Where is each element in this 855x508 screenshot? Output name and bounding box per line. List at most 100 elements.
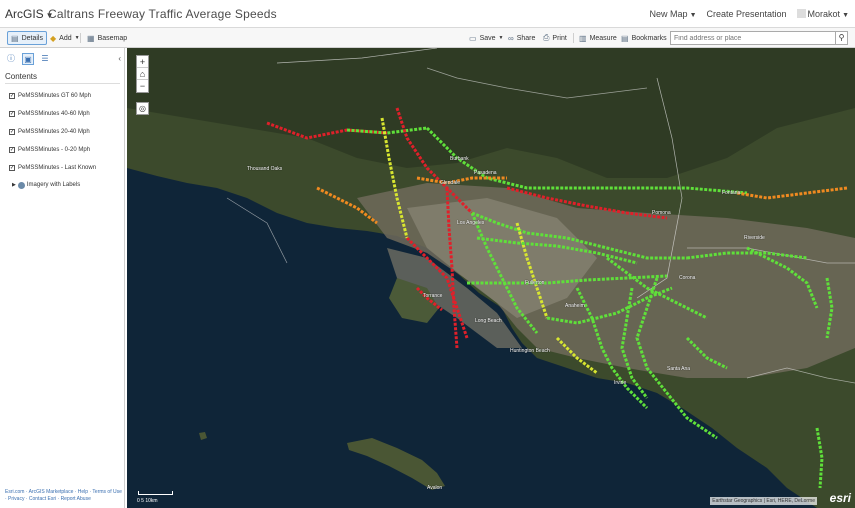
basemap-button[interactable]: ▦ Basemap xyxy=(84,31,130,45)
layer-item[interactable]: ✓ PeMSSMinutes 20-40 Mph xyxy=(9,123,96,141)
chevron-right-icon[interactable]: ▶ xyxy=(12,182,16,188)
avatar xyxy=(796,9,806,18)
place-label: Pasadena xyxy=(474,170,497,176)
new-map-label: New Map xyxy=(649,9,688,19)
layer-item[interactable]: ✓ PeMSSMinutes - Last Known xyxy=(9,159,96,177)
place-label: Avalon xyxy=(427,485,443,491)
layer-item[interactable]: ✓ PeMSSMinutes GT 60 Mph xyxy=(9,87,96,105)
print-button[interactable]: ⎙ Print xyxy=(540,31,570,45)
contents-heading: Contents xyxy=(5,72,38,81)
search-icon[interactable]: ⚲ xyxy=(835,32,847,44)
basemap-layer-item[interactable]: ▶ Imagery with Labels xyxy=(12,177,96,193)
measure-button[interactable]: ▥ Measure xyxy=(576,31,620,45)
place-label: Los Angeles xyxy=(457,220,485,226)
place-label: Pomona xyxy=(652,210,671,216)
layer-label: PeMSSMinutes - Last Known xyxy=(18,165,97,171)
share-button[interactable]: ∞ Share xyxy=(505,31,538,45)
place-label: Riverside xyxy=(744,235,765,241)
contents-icon[interactable]: ▣ xyxy=(22,53,34,65)
bookmarks-icon: ▤ xyxy=(621,33,629,43)
sidebar: ⓘ ▣ ☰ ‹ Contents ✓ PeMSSMinutes GT 60 Mph… xyxy=(0,48,125,508)
scale-label: 0 5 10km xyxy=(137,498,158,504)
save-icon: ▭ xyxy=(469,33,477,43)
map-view[interactable]: Los Angeles Burbank Glendale Pasadena Po… xyxy=(127,48,855,508)
add-icon: ◆ xyxy=(50,33,57,43)
details-icon: ▤ xyxy=(11,33,19,43)
measure-label: Measure xyxy=(589,34,617,42)
bookmarks-label: Bookmarks xyxy=(631,34,667,42)
legend-icon[interactable]: ☰ xyxy=(39,53,51,65)
home-icon[interactable]: ⌂ xyxy=(137,68,148,80)
save-button[interactable]: ▭ Save ▼ xyxy=(466,31,506,45)
esri-logo: esri xyxy=(829,491,851,505)
place-label: Anaheim xyxy=(565,303,585,309)
divider xyxy=(573,33,574,43)
checkbox[interactable]: ✓ xyxy=(9,129,15,135)
info-icon[interactable]: ⓘ xyxy=(5,53,17,65)
place-label: Burbank xyxy=(450,156,469,162)
layer-label: PeMSSMinutes - 0-20 Mph xyxy=(18,147,91,153)
place-label: Fontana xyxy=(722,190,741,196)
place-label: Torrance xyxy=(423,293,443,299)
print-label: Print xyxy=(552,34,567,42)
zoom-out-button[interactable]: − xyxy=(137,80,148,92)
create-presentation-link[interactable]: Create Presentation xyxy=(707,9,787,19)
layer-label: PeMSSMinutes GT 60 Mph xyxy=(18,93,91,99)
page-title: Caltrans Freeway Traffic Average Speeds xyxy=(48,7,277,21)
basemap-layer-label: Imagery with Labels xyxy=(26,182,81,188)
details-button[interactable]: ▤ Details xyxy=(7,31,47,45)
checkbox[interactable]: ✓ xyxy=(9,111,15,117)
basemap-icon: ▦ xyxy=(87,33,95,43)
locate-icon[interactable]: ◎ xyxy=(136,102,149,115)
toolbar: ▤ Details ◆ Add ▼ ▦ Basemap ▭ Save ▼ ∞ Share ⎙ P… xyxy=(0,28,855,48)
user-menu[interactable]: Morakot ▼ xyxy=(796,9,849,19)
divider xyxy=(5,83,120,84)
app-header: ArcGIS ▼ Caltrans Freeway Traffic Average… xyxy=(0,0,855,28)
globe-icon xyxy=(17,181,25,189)
chevron-down-icon: ▼ xyxy=(74,35,80,41)
add-label: Add xyxy=(59,34,72,42)
checkbox[interactable]: ✓ xyxy=(9,165,15,171)
brand-label: ArcGIS xyxy=(5,7,44,21)
layer-item[interactable]: ✓ PeMSSMinutes - 0-20 Mph xyxy=(9,141,96,159)
bookmarks-button[interactable]: ▤ Bookmarks xyxy=(618,31,670,45)
arcgis-menu[interactable]: ArcGIS ▼ xyxy=(5,7,54,21)
place-label: Huntington Beach xyxy=(510,348,550,354)
chevron-down-icon: ▼ xyxy=(498,35,504,41)
chevron-left-icon[interactable]: ‹ xyxy=(118,54,121,63)
save-label: Save xyxy=(479,34,496,42)
chevron-down-icon: ▼ xyxy=(842,12,849,19)
place-label: Long Beach xyxy=(475,318,502,324)
zoom-in-button[interactable]: + xyxy=(137,56,148,68)
place-label: Corona xyxy=(679,275,696,281)
zoom-control: + ⌂ − xyxy=(136,55,149,93)
footer-links[interactable]: Esri.com · ArcGIS Marketplace · Help · T… xyxy=(5,489,123,503)
place-label: Glendale xyxy=(440,180,461,186)
measure-icon: ▥ xyxy=(579,33,587,43)
checkbox[interactable]: ✓ xyxy=(9,147,15,153)
attribution: Earthstar Geographics | Esri, HERE, DeLo… xyxy=(710,497,817,505)
place-label: Irvine xyxy=(614,380,627,386)
print-icon: ⎙ xyxy=(543,33,550,42)
layer-label: PeMSSMinutes 20-40 Mph xyxy=(18,129,90,135)
share-label: Share xyxy=(516,34,536,42)
place-label: Fullerton xyxy=(525,280,545,286)
details-label: Details xyxy=(21,34,43,42)
layer-label: PeMSSMinutes 40-60 Mph xyxy=(18,111,90,117)
chevron-down-icon: ▼ xyxy=(689,12,697,19)
scale-bar xyxy=(138,491,173,495)
user-name: Morakot xyxy=(807,9,841,19)
place-label: Santa Ana xyxy=(667,366,691,372)
basemap-label: Basemap xyxy=(97,34,128,42)
layer-item[interactable]: ✓ PeMSSMinutes 40-60 Mph xyxy=(9,105,96,123)
add-button[interactable]: ◆ Add ▼ xyxy=(47,31,83,45)
divider xyxy=(80,33,81,43)
share-icon: ∞ xyxy=(508,33,514,43)
layer-list: ✓ PeMSSMinutes GT 60 Mph ✓ PeMSSMinutes 40… xyxy=(9,87,96,193)
checkbox[interactable]: ✓ xyxy=(9,93,15,99)
search-box: ⚲ xyxy=(670,31,848,45)
place-label: Thousand Oaks xyxy=(247,166,283,172)
new-map-menu[interactable]: New Map ▼ xyxy=(650,9,697,19)
map-canvas[interactable] xyxy=(127,48,855,508)
search-input[interactable] xyxy=(671,32,835,44)
